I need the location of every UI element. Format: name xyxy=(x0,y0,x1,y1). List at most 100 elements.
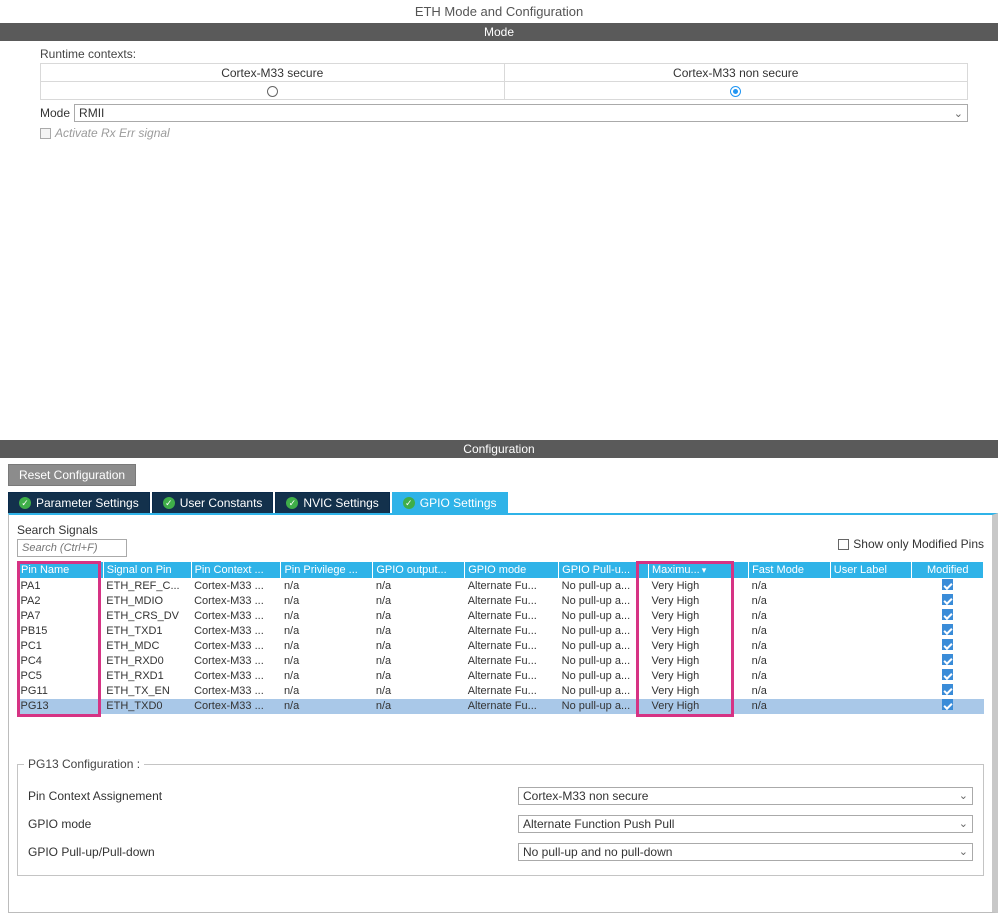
table-row[interactable]: PB15ETH_TXD1Cortex-M33 ...n/an/aAlternat… xyxy=(18,624,984,639)
modified-checkbox-icon xyxy=(942,684,953,695)
table-row[interactable]: PA7ETH_CRS_DVCortex-M33 ...n/an/aAlterna… xyxy=(18,609,984,624)
tab-parameter-settings[interactable]: ✓ Parameter Settings xyxy=(8,492,150,513)
cell-context: Cortex-M33 ... xyxy=(191,639,281,654)
cell-signal: ETH_RXD0 xyxy=(103,654,191,669)
reset-configuration-button[interactable]: Reset Configuration xyxy=(8,464,136,486)
cell-fast: n/a xyxy=(749,624,831,639)
pin-configuration-fieldset: PG13 Configuration : Pin Context Assigne… xyxy=(17,764,984,876)
table-row[interactable]: PA1ETH_REF_C...Cortex-M33 ...n/an/aAlter… xyxy=(18,579,984,594)
col-gpio-pull[interactable]: GPIO Pull-u... xyxy=(559,562,649,579)
cell-priv: n/a xyxy=(281,579,373,594)
chevron-down-icon: ⌄ xyxy=(959,817,968,830)
col-pin-context[interactable]: Pin Context ... xyxy=(191,562,281,579)
cell-speed: Very High xyxy=(649,594,749,609)
cell-fast: n/a xyxy=(749,639,831,654)
table-row[interactable]: PC4ETH_RXD0Cortex-M33 ...n/an/aAlternate… xyxy=(18,654,984,669)
context-nonsecure-radio[interactable] xyxy=(730,86,741,97)
modified-checkbox-icon xyxy=(942,669,953,680)
config-select-value: No pull-up and no pull-down xyxy=(523,845,672,859)
cell-pull: No pull-up a... xyxy=(559,609,649,624)
table-row[interactable]: PC5ETH_RXD1Cortex-M33 ...n/an/aAlternate… xyxy=(18,669,984,684)
tab-parameter-settings-label: Parameter Settings xyxy=(36,496,139,510)
cell-output: n/a xyxy=(373,594,465,609)
config-select-value: Alternate Function Push Pull xyxy=(523,817,674,831)
cell-context: Cortex-M33 ... xyxy=(191,594,281,609)
context-secure-radio[interactable] xyxy=(267,86,278,97)
runtime-contexts-table: Cortex-M33 secure Cortex-M33 non secure xyxy=(40,63,968,100)
cell-speed: Very High xyxy=(649,579,749,594)
col-modified[interactable]: Modified xyxy=(912,562,984,579)
cell-fast: n/a xyxy=(749,684,831,699)
cell-context: Cortex-M33 ... xyxy=(191,609,281,624)
tab-nvic-settings-label: NVIC Settings xyxy=(303,496,378,510)
col-gpio-mode[interactable]: GPIO mode xyxy=(465,562,559,579)
empty-space xyxy=(0,140,998,440)
cell-priv: n/a xyxy=(281,669,373,684)
cell-modified xyxy=(912,594,984,609)
configuration-area: Reset Configuration ✓ Parameter Settings… xyxy=(0,458,998,913)
col-user-label[interactable]: User Label xyxy=(830,562,912,579)
col-maximum-speed[interactable]: Maximu...▾ xyxy=(649,562,749,579)
activate-rx-err-label: Activate Rx Err signal xyxy=(55,126,170,140)
config-select[interactable]: Cortex-M33 non secure⌄ xyxy=(518,787,973,805)
table-row[interactable]: PC1ETH_MDCCortex-M33 ...n/an/aAlternate … xyxy=(18,639,984,654)
search-input[interactable] xyxy=(17,539,127,557)
cell-label xyxy=(830,669,912,684)
cell-context: Cortex-M33 ... xyxy=(191,669,281,684)
table-row[interactable]: PG11ETH_TX_ENCortex-M33 ...n/an/aAlterna… xyxy=(18,684,984,699)
table-row[interactable]: PA2ETH_MDIOCortex-M33 ...n/an/aAlternate… xyxy=(18,594,984,609)
chevron-down-icon: ⌄ xyxy=(959,845,968,858)
cell-label xyxy=(830,684,912,699)
cell-signal: ETH_CRS_DV xyxy=(103,609,191,624)
runtime-contexts-label: Runtime contexts: xyxy=(40,47,968,61)
cell-fast: n/a xyxy=(749,609,831,624)
cell-output: n/a xyxy=(373,639,465,654)
cell-pin: PC1 xyxy=(18,639,104,654)
cell-label xyxy=(830,579,912,594)
cell-pull: No pull-up a... xyxy=(559,594,649,609)
col-gpio-output[interactable]: GPIO output... xyxy=(373,562,465,579)
check-icon: ✓ xyxy=(403,497,415,509)
config-row: Pin Context AssignementCortex-M33 non se… xyxy=(28,787,973,805)
cell-label xyxy=(830,609,912,624)
mode-select[interactable]: RMII ⌄ xyxy=(74,104,968,122)
tab-gpio-settings[interactable]: ✓ GPIO Settings xyxy=(392,492,508,513)
chevron-down-icon: ⌄ xyxy=(954,107,963,120)
cell-output: n/a xyxy=(373,654,465,669)
cell-output: n/a xyxy=(373,609,465,624)
tab-nvic-settings[interactable]: ✓ NVIC Settings xyxy=(275,492,389,513)
tab-user-constants[interactable]: ✓ User Constants xyxy=(152,492,274,513)
table-row[interactable]: PG13ETH_TXD0Cortex-M33 ...n/an/aAlternat… xyxy=(18,699,984,714)
cell-pull: No pull-up a... xyxy=(559,684,649,699)
cell-fast: n/a xyxy=(749,579,831,594)
cell-modified xyxy=(912,699,984,714)
search-signals-label: Search Signals xyxy=(17,523,127,537)
col-signal-on-pin[interactable]: Signal on Pin xyxy=(103,562,191,579)
show-only-modified-checkbox[interactable] xyxy=(838,539,849,550)
modified-checkbox-icon xyxy=(942,699,953,710)
cell-output: n/a xyxy=(373,684,465,699)
tab-user-constants-label: User Constants xyxy=(180,496,263,510)
config-select[interactable]: No pull-up and no pull-down ⌄ xyxy=(518,843,973,861)
cell-priv: n/a xyxy=(281,609,373,624)
config-row: GPIO Pull-up/Pull-downNo pull-up and no … xyxy=(28,843,973,861)
cell-speed: Very High xyxy=(649,609,749,624)
show-only-modified-label: Show only Modified Pins xyxy=(853,537,984,551)
cell-speed: Very High xyxy=(649,669,749,684)
cell-mode: Alternate Fu... xyxy=(465,609,559,624)
cell-signal: ETH_TXD1 xyxy=(103,624,191,639)
cell-speed: Very High xyxy=(649,639,749,654)
check-icon: ✓ xyxy=(163,497,175,509)
cell-pull: No pull-up a... xyxy=(559,654,649,669)
col-pin-name[interactable]: Pin Name xyxy=(18,562,104,579)
cell-pin: PG11 xyxy=(18,684,104,699)
col-pin-privilege[interactable]: Pin Privilege ... xyxy=(281,562,373,579)
col-fast-mode[interactable]: Fast Mode xyxy=(749,562,831,579)
cell-priv: n/a xyxy=(281,654,373,669)
modified-checkbox-icon xyxy=(942,594,953,605)
mode-select-value: RMII xyxy=(79,106,104,120)
activate-rx-err-checkbox[interactable] xyxy=(40,128,51,139)
cell-mode: Alternate Fu... xyxy=(465,639,559,654)
config-select[interactable]: Alternate Function Push Pull ⌄ xyxy=(518,815,973,833)
cell-pin: PA2 xyxy=(18,594,104,609)
